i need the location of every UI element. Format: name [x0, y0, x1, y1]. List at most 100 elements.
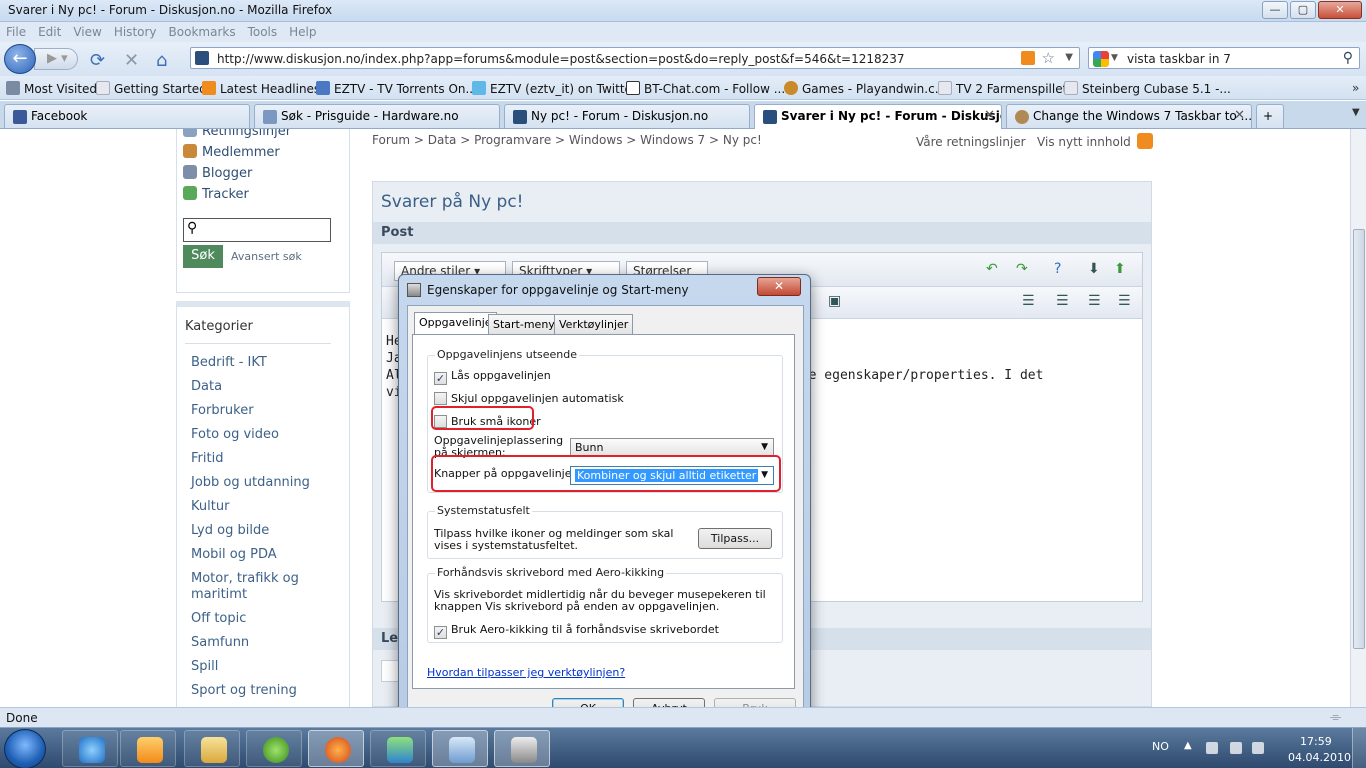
- tab-close-icon[interactable]: ✕: [1234, 108, 1245, 123]
- maximize-button[interactable]: ▢: [1290, 1, 1316, 19]
- sidebar-search-input[interactable]: ⚲: [183, 218, 331, 242]
- power-icon[interactable]: [1230, 742, 1242, 754]
- bookmark-item[interactable]: TV 2 Farmenspillet: [938, 81, 1067, 96]
- menu-edit[interactable]: Edit: [38, 25, 61, 39]
- new-tab-button[interactable]: +: [1256, 104, 1284, 128]
- sidebar-link-medlemmer[interactable]: Medlemmer: [183, 144, 280, 160]
- url-bar[interactable]: http://www.diskusjon.no/index.php?app=fo…: [190, 47, 1080, 69]
- network-icon[interactable]: [1206, 742, 1218, 754]
- advanced-search-link[interactable]: Avansert søk: [231, 250, 302, 263]
- taskbar-media[interactable]: [120, 730, 176, 767]
- resize-grip-icon[interactable]: ⌯: [1330, 709, 1341, 725]
- media-icon[interactable]: ▣: [828, 293, 841, 309]
- align-left-icon[interactable]: ☰: [1056, 293, 1069, 309]
- category-link[interactable]: Mobil og PDA: [191, 547, 277, 562]
- category-link[interactable]: Fritid: [191, 451, 223, 466]
- rss-icon[interactable]: [1021, 51, 1035, 65]
- stop-icon[interactable]: ✕: [124, 50, 139, 71]
- category-link[interactable]: Off topic: [191, 611, 246, 626]
- back-button[interactable]: ←: [4, 44, 36, 74]
- category-link[interactable]: Kultur: [191, 499, 229, 514]
- minimize-button[interactable]: —: [1262, 1, 1288, 19]
- bookmark-item[interactable]: BT-Chat.com - Follow ...: [626, 81, 785, 96]
- language-indicator[interactable]: NO: [1152, 740, 1169, 753]
- tab-facebook[interactable]: Facebook: [4, 104, 250, 128]
- load-icon[interactable]: ⬆: [1114, 261, 1126, 277]
- sidebar-link-blogger[interactable]: Blogger: [183, 165, 252, 181]
- search-bar[interactable]: ▼ vista taskbar in 7 ⚲: [1088, 47, 1360, 69]
- taskbar-taskbar-properties[interactable]: [494, 730, 550, 767]
- help-icon[interactable]: ?: [1054, 261, 1061, 277]
- bookmark-item[interactable]: Most Visited: [6, 81, 97, 96]
- rss-icon[interactable]: [1136, 133, 1153, 149]
- menu-tools[interactable]: Tools: [248, 25, 278, 39]
- bookmark-item[interactable]: Games - Playandwin.c...: [784, 81, 946, 96]
- home-icon[interactable]: ⌂: [156, 50, 167, 71]
- search-button[interactable]: Søk: [183, 245, 223, 268]
- tab-close-icon[interactable]: ✕: [984, 108, 995, 123]
- tab-ny-pc[interactable]: Ny pc! - Forum - Diskusjon.no: [504, 104, 750, 128]
- sidebar-link-retningslinjer[interactable]: Retningslinjer: [183, 129, 291, 139]
- category-link[interactable]: Spill: [191, 659, 218, 674]
- category-link[interactable]: Bedrift - IKT: [191, 355, 267, 370]
- justify-icon[interactable]: ☰: [1118, 293, 1131, 309]
- aero-peek-checkbox[interactable]: ✓ Bruk Aero-kikking til å forhåndsvise sk…: [434, 623, 719, 639]
- redo-icon[interactable]: ↷: [1016, 261, 1028, 277]
- menu-bookmarks[interactable]: Bookmarks: [169, 25, 236, 39]
- url-dropdown-icon[interactable]: ▼: [1065, 52, 1073, 63]
- tab-windows7[interactable]: Change the Windows 7 Taskbar to ... ✕: [1006, 104, 1252, 128]
- volume-icon[interactable]: [1252, 742, 1264, 754]
- tab-svarer-active[interactable]: Svarer i Ny pc! - Forum - Diskusjon...✕: [754, 104, 1002, 130]
- taskbar-spotify[interactable]: [246, 730, 302, 767]
- bookmark-item[interactable]: Getting Started: [96, 81, 207, 96]
- category-link[interactable]: Motor, trafikk og maritimt: [191, 571, 321, 603]
- tab-start-meny[interactable]: Start-meny: [488, 314, 560, 334]
- category-link[interactable]: Samfunn: [191, 635, 249, 650]
- clock-date[interactable]: 04.04.2010: [1288, 751, 1351, 764]
- clock-time[interactable]: 17:59: [1300, 735, 1332, 748]
- sidebar-link-tracker[interactable]: Tracker: [183, 186, 249, 202]
- google-icon[interactable]: [1093, 51, 1109, 67]
- category-link[interactable]: Data: [191, 379, 222, 394]
- search-icon[interactable]: ⚲: [1343, 50, 1353, 66]
- tab-list-icon[interactable]: ▼: [1352, 107, 1360, 118]
- bookmark-item[interactable]: Latest Headlines: [202, 81, 320, 96]
- bookmark-item[interactable]: Steinberg Cubase 5.1 -...: [1064, 81, 1231, 96]
- dialog-close-button[interactable]: ✕: [757, 277, 801, 296]
- tab-oppgavelinje[interactable]: Oppgavelinje: [414, 312, 497, 334]
- close-button[interactable]: ✕: [1318, 1, 1362, 19]
- tab-prisguide[interactable]: Søk - Prisguide - Hardware.no: [254, 104, 500, 128]
- new-content-link[interactable]: Vis nytt innhold: [1037, 135, 1131, 149]
- breadcrumb[interactable]: Forum > Data > Programvare > Windows > W…: [372, 133, 762, 147]
- menu-file[interactable]: File: [6, 25, 26, 39]
- taskbar-messenger[interactable]: [370, 730, 426, 767]
- forward-button[interactable]: ▶ ▾: [34, 48, 78, 70]
- bookmarks-overflow-icon[interactable]: »: [1352, 81, 1359, 95]
- category-link[interactable]: Foto og video: [191, 427, 279, 442]
- reload-icon[interactable]: ⟳: [90, 50, 105, 71]
- align-right-icon[interactable]: ☰: [1022, 293, 1035, 309]
- menu-view[interactable]: View: [73, 25, 101, 39]
- guidelines-link[interactable]: Våre retningslinjer: [916, 135, 1026, 149]
- taskbar-control-panel[interactable]: [432, 730, 488, 767]
- tab-verktoylinjer[interactable]: Verktøylinjer: [554, 314, 634, 334]
- bookmark-star-icon[interactable]: ☆: [1042, 49, 1055, 67]
- menu-help[interactable]: Help: [289, 25, 316, 39]
- bookmark-item[interactable]: EZTV - TV Torrents On...: [316, 81, 477, 96]
- menu-history[interactable]: History: [114, 25, 157, 39]
- save-icon[interactable]: ⬇: [1088, 261, 1100, 277]
- align-center-icon[interactable]: ☰: [1088, 293, 1101, 309]
- help-link[interactable]: Hvordan tilpasser jeg verktøylinjen?: [427, 666, 625, 679]
- category-link[interactable]: Jobb og utdanning: [191, 475, 310, 490]
- category-link[interactable]: Lyd og bilde: [191, 523, 269, 538]
- search-engine-dropdown-icon[interactable]: ▼: [1111, 53, 1118, 63]
- lock-taskbar-checkbox[interactable]: ✓ Lås oppgavelinjen: [434, 369, 551, 385]
- scrollbar-thumb[interactable]: [1353, 229, 1365, 649]
- category-link[interactable]: Sport og trening: [191, 683, 297, 698]
- autohide-checkbox[interactable]: Skjul oppgavelinjen automatisk: [434, 392, 624, 405]
- bookmark-item[interactable]: EZTV (eztv_it) on Twitter: [472, 81, 637, 96]
- page-scrollbar[interactable]: [1350, 129, 1366, 707]
- undo-icon[interactable]: ↶: [986, 261, 998, 277]
- taskbar-ie[interactable]: [62, 730, 118, 767]
- taskbar-firefox[interactable]: [308, 730, 364, 767]
